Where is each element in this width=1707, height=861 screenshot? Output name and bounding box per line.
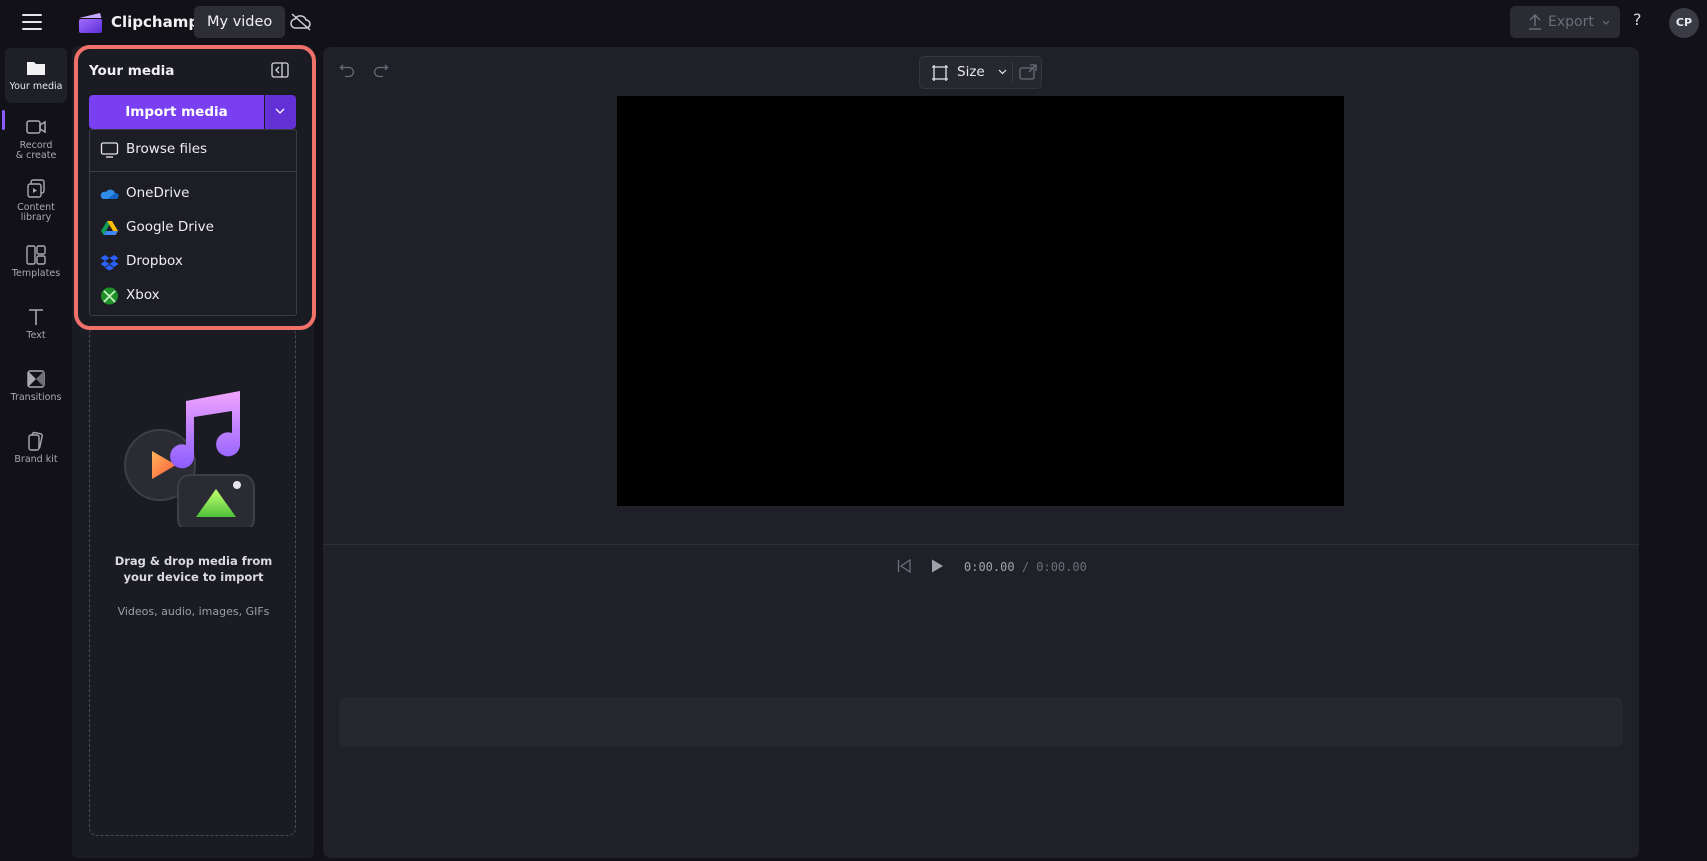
rail-label: Text xyxy=(26,330,46,341)
rail-item-brand-kit[interactable]: Brand kit xyxy=(5,430,67,465)
rail-label: Content library xyxy=(17,202,55,223)
folder-icon xyxy=(27,62,45,75)
rail-item-your-media[interactable]: Your media xyxy=(5,48,67,103)
media-illustration-icon xyxy=(124,391,255,527)
menu-divider xyxy=(90,171,296,172)
play-icon[interactable] xyxy=(929,558,945,574)
preview-stage: Size 0:00.00 / 0:00.00 xyxy=(323,47,1639,858)
chevron-down-icon xyxy=(998,69,1007,75)
divider xyxy=(1012,62,1013,83)
timeline-track[interactable] xyxy=(339,697,1623,747)
dropzone-subtitle: Videos, audio, images, GIFs xyxy=(117,605,270,618)
chevron-down-icon xyxy=(275,108,285,114)
camera-icon xyxy=(26,120,46,134)
video-preview-canvas[interactable] xyxy=(617,96,1344,506)
size-label: Size xyxy=(957,64,985,80)
xbox-icon xyxy=(101,287,118,305)
export-label: Export xyxy=(1548,14,1594,30)
resize-frame-icon xyxy=(932,65,948,81)
rail-item-content-library[interactable]: Content library xyxy=(5,178,67,223)
media-dropzone[interactable]: Drag & drop media from your device to im… xyxy=(89,326,296,836)
rail-label: Templates xyxy=(11,268,61,279)
rail-item-templates[interactable]: Templates xyxy=(5,244,67,279)
rail-label: Record & create xyxy=(15,140,57,161)
content-library-icon xyxy=(27,179,45,198)
rail-item-text[interactable]: Text xyxy=(5,306,67,341)
project-name-field[interactable]: My video xyxy=(194,6,286,38)
redo-icon[interactable] xyxy=(373,62,389,78)
import-media-button[interactable]: Import media xyxy=(89,95,264,129)
current-time: 0:00.00 xyxy=(964,560,1015,574)
dropbox-icon xyxy=(100,255,119,271)
collapse-panel-icon[interactable] xyxy=(271,62,289,78)
divider xyxy=(323,544,1639,545)
cloud-off-icon[interactable] xyxy=(290,12,312,32)
rail-item-transitions[interactable]: Transitions xyxy=(5,368,67,403)
top-bar: Clipchamp My video Export ? CP xyxy=(0,0,1707,46)
pop-out-preview-icon[interactable] xyxy=(1018,63,1038,83)
brand-name: Clipchamp xyxy=(111,13,200,31)
total-time: / 0:00.00 xyxy=(1021,560,1087,574)
rail-item-record-create[interactable]: Record & create xyxy=(5,116,67,161)
menu-item-xbox[interactable]: Xbox xyxy=(90,281,296,311)
size-button[interactable]: Size xyxy=(920,57,1010,88)
import-source-menu: Browse files OneDrive Google Drive Dropb… xyxy=(89,129,297,316)
rail-label: Brand kit xyxy=(14,454,58,465)
transitions-icon xyxy=(27,370,45,388)
chevron-down-icon xyxy=(1602,20,1610,25)
text-icon xyxy=(29,309,43,325)
menu-item-google-drive[interactable]: Google Drive xyxy=(90,213,296,243)
menu-item-label: OneDrive xyxy=(126,185,190,201)
menu-item-label: Google Drive xyxy=(126,219,214,235)
export-upload-icon xyxy=(1529,13,1541,30)
monitor-icon xyxy=(100,142,119,158)
import-dropdown-button[interactable] xyxy=(265,95,296,129)
export-button[interactable]: Export xyxy=(1510,6,1620,38)
menu-item-browse-files[interactable]: Browse files xyxy=(90,135,296,165)
clipchamp-logo-icon xyxy=(79,13,102,33)
undo-icon[interactable] xyxy=(339,62,355,78)
help-icon[interactable]: ? xyxy=(1633,10,1642,29)
brand-kit-icon xyxy=(28,431,43,451)
google-drive-icon xyxy=(101,221,118,235)
playback-time: 0:00.00 / 0:00.00 xyxy=(964,560,1087,574)
onedrive-icon xyxy=(100,189,119,199)
dropzone-title: Drag & drop media from your device to im… xyxy=(114,554,273,584)
rail-label: Transitions xyxy=(10,392,62,403)
hamburger-menu-icon[interactable] xyxy=(22,14,42,30)
avatar[interactable]: CP xyxy=(1669,8,1699,38)
menu-item-onedrive[interactable]: OneDrive xyxy=(90,179,296,209)
rail-label: Your media xyxy=(9,81,63,92)
menu-item-label: Dropbox xyxy=(126,253,183,269)
menu-item-dropbox[interactable]: Dropbox xyxy=(90,247,296,277)
menu-item-label: Browse files xyxy=(126,141,208,157)
templates-icon xyxy=(26,245,46,265)
skip-back-icon[interactable] xyxy=(896,558,912,574)
left-navigation-rail: Your media Record & create Content libra… xyxy=(0,46,72,861)
menu-item-label: Xbox xyxy=(126,287,160,303)
panel-title: Your media xyxy=(89,63,175,79)
aspect-ratio-control: Size xyxy=(919,56,1042,89)
